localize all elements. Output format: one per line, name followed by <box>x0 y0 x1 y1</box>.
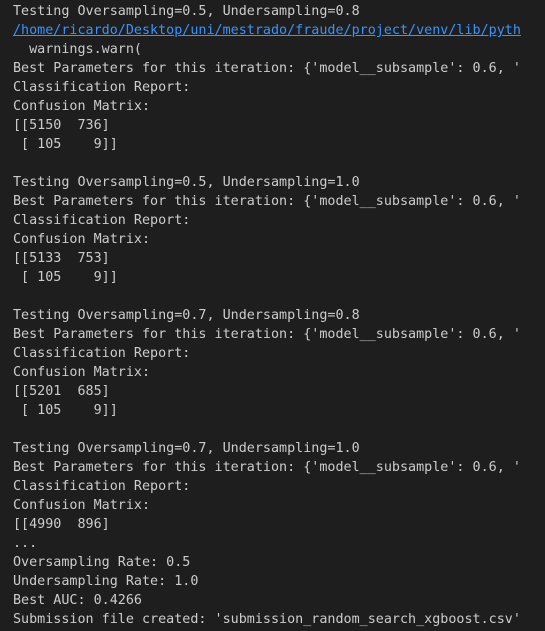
output-line: Confusion Matrix: <box>13 232 151 247</box>
output-line: Confusion Matrix: <box>13 498 151 513</box>
output-line: Best Parameters for this iteration: {'mo… <box>13 61 521 76</box>
output-line: Testing Oversampling=0.5, Undersampling=… <box>13 4 360 19</box>
output-line: Classification Report: <box>13 479 191 494</box>
output-line: Testing Oversampling=0.7, Undersampling=… <box>13 441 360 456</box>
output-line: [[4990 896] <box>13 517 110 532</box>
output-line: Best Parameters for this iteration: {'mo… <box>13 327 521 342</box>
output-line: [[5201 685] <box>13 384 110 399</box>
output-line: [ 105 9]] <box>13 270 118 285</box>
file-path-link[interactable]: /home/ricardo/Desktop/uni/mestrado/fraud… <box>13 21 545 40</box>
output-line: Best AUC: 0.4266 <box>13 593 142 608</box>
output-line: Classification Report: <box>13 213 191 228</box>
output-line: Testing Oversampling=0.5, Undersampling=… <box>13 175 360 190</box>
output-line: [[5150 736] <box>13 118 110 133</box>
output-line: warnings.warn( <box>13 42 142 57</box>
output-line: Classification Report: <box>13 346 191 361</box>
output-line: Best Parameters for this iteration: {'mo… <box>13 194 521 209</box>
output-line: [ 105 9]] <box>13 137 118 152</box>
output-line: Testing Oversampling=0.7, Undersampling=… <box>13 308 360 323</box>
output-line: [[5133 753] <box>13 251 110 266</box>
output-line: Undersampling Rate: 1.0 <box>13 574 199 589</box>
output-line: [ 105 9]] <box>13 403 118 418</box>
terminal-output: Testing Oversampling=0.5, Undersampling=… <box>0 0 545 629</box>
output-line: Submission file created: 'submission_ran… <box>13 612 521 627</box>
output-line: Classification Report: <box>13 80 191 95</box>
output-line: Confusion Matrix: <box>13 365 151 380</box>
output-line: ... <box>13 536 38 551</box>
output-line: Confusion Matrix: <box>13 99 151 114</box>
output-line: Best Parameters for this iteration: {'mo… <box>13 460 521 475</box>
output-line: Oversampling Rate: 0.5 <box>13 555 191 570</box>
